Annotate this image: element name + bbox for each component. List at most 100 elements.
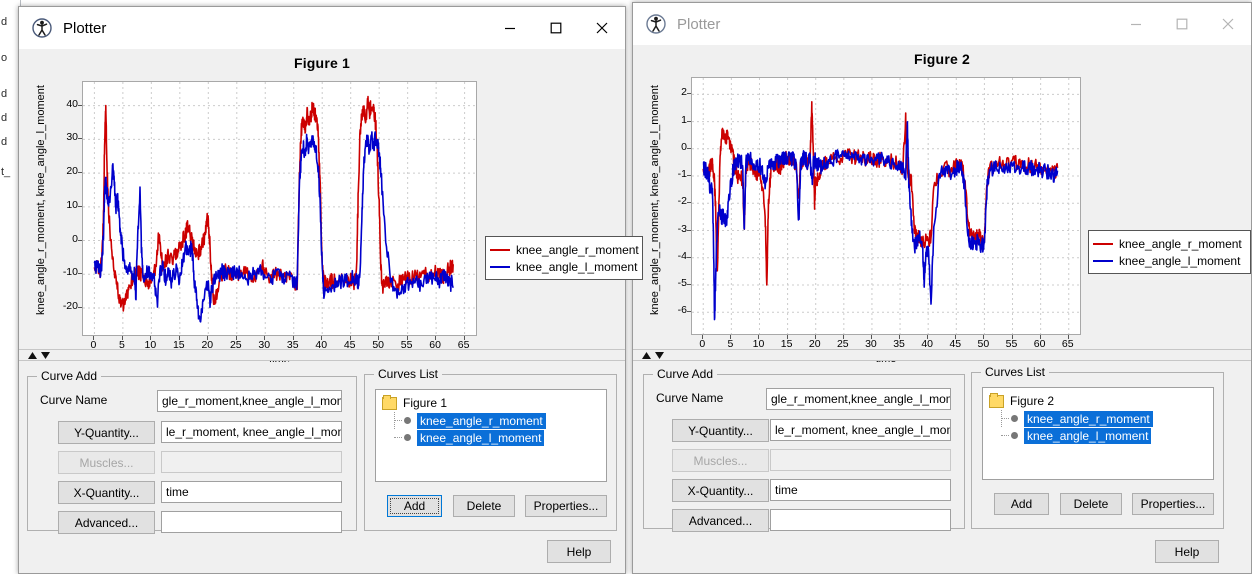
add-button[interactable]: Add bbox=[387, 495, 442, 517]
y-tick-label: -1 bbox=[677, 168, 687, 181]
delete-button[interactable]: Delete bbox=[453, 495, 515, 517]
x-quantity-input[interactable]: time bbox=[770, 479, 951, 501]
advanced-input[interactable] bbox=[770, 509, 951, 531]
x-tick-mark bbox=[349, 336, 351, 340]
advanced-button[interactable]: Advanced... bbox=[58, 511, 155, 534]
delete-button[interactable]: Delete bbox=[1060, 493, 1122, 515]
y-tick-mark bbox=[687, 147, 691, 149]
tree-root-node[interactable]: Figure 2 bbox=[983, 392, 1213, 410]
tree-root-label: Figure 1 bbox=[403, 396, 448, 410]
x-quantity-button[interactable]: X-Quantity... bbox=[672, 479, 769, 502]
properties-button[interactable]: Properties... bbox=[525, 495, 607, 517]
splitter-right[interactable] bbox=[633, 349, 1251, 361]
x-tick-mark bbox=[786, 335, 788, 339]
help-button[interactable]: Help bbox=[547, 540, 611, 563]
y-tick-label: 20 bbox=[66, 165, 78, 178]
x-tick-mark bbox=[292, 336, 294, 340]
y-tick-mark bbox=[687, 229, 691, 231]
curves-tree-left[interactable]: Figure 1 knee_angle_r_moment knee_angle_… bbox=[375, 389, 607, 482]
plotter-window-figure1[interactable]: Plotter Figure 1 knee_angle_r_moment, kn… bbox=[18, 6, 643, 574]
collapse-up-icon[interactable] bbox=[27, 351, 38, 360]
tree-item-1[interactable]: knee_angle_l_moment bbox=[983, 427, 1213, 444]
legend-swatch-l bbox=[1093, 259, 1113, 262]
tree-connector-branch bbox=[394, 420, 402, 422]
tree-root-node[interactable]: Figure 1 bbox=[376, 394, 606, 412]
legend-label-r: knee_angle_r_moment bbox=[516, 242, 639, 257]
x-tick-mark bbox=[983, 335, 985, 339]
close-icon[interactable] bbox=[579, 7, 625, 49]
legend-item-r: knee_angle_r_moment bbox=[1093, 235, 1245, 252]
plotter-window-figure2[interactable]: Plotter Figure 2 knee_angle_r_moment, kn… bbox=[632, 2, 1252, 574]
folder-icon bbox=[989, 392, 1004, 408]
y-quantity-button[interactable]: Y-Quantity... bbox=[672, 419, 769, 442]
window-controls-right[interactable] bbox=[1113, 3, 1251, 45]
advanced-input[interactable] bbox=[161, 511, 342, 533]
x-tick-mark bbox=[321, 336, 323, 340]
close-icon[interactable] bbox=[1205, 3, 1251, 45]
minimize-icon[interactable] bbox=[487, 7, 533, 49]
window-controls-left[interactable] bbox=[487, 7, 625, 49]
curve-bullet-icon bbox=[1011, 415, 1018, 422]
collapse-down-icon[interactable] bbox=[654, 351, 665, 360]
collapse-up-icon[interactable] bbox=[641, 351, 652, 360]
plot-curves-figure2 bbox=[692, 78, 1080, 334]
collapse-down-icon[interactable] bbox=[40, 351, 51, 360]
y-tick-mark bbox=[78, 205, 82, 207]
splitter-arrows-right[interactable] bbox=[641, 351, 665, 360]
y-tick-label: -4 bbox=[677, 249, 687, 262]
x-tick-mark bbox=[435, 336, 437, 340]
legend-swatch-r bbox=[490, 248, 510, 251]
y-tick-label: 10 bbox=[66, 198, 78, 211]
advanced-button[interactable]: Advanced... bbox=[672, 509, 769, 532]
chart-area-figure2: Figure 2 knee_angle_r_moment, knee_angle… bbox=[633, 45, 1251, 365]
x-tick-mark bbox=[814, 335, 816, 339]
y-tick-mark bbox=[687, 256, 691, 258]
legend-swatch-l bbox=[490, 265, 510, 268]
tree-item-1[interactable]: knee_angle_l_moment bbox=[376, 429, 606, 446]
titlebar-right[interactable]: Plotter bbox=[633, 3, 1251, 45]
tree-connector-branch bbox=[1001, 435, 1009, 437]
minimize-icon[interactable] bbox=[1113, 3, 1159, 45]
y-quantity-button[interactable]: Y-Quantity... bbox=[58, 421, 155, 444]
figure-title: Figure 2 bbox=[913, 51, 971, 67]
curve-bullet-icon bbox=[404, 434, 411, 441]
add-button[interactable]: Add bbox=[994, 493, 1049, 515]
maximize-icon[interactable] bbox=[1159, 3, 1205, 45]
curves-tree-right[interactable]: Figure 2 knee_angle_r_moment knee_angle_… bbox=[982, 387, 1214, 480]
x-tick-mark bbox=[758, 335, 760, 339]
curve-add-title: Curve Add bbox=[653, 367, 718, 381]
y-tick-mark bbox=[687, 93, 691, 95]
x-quantity-input[interactable]: time bbox=[161, 481, 342, 503]
y-tick-mark bbox=[687, 311, 691, 313]
titlebar-left[interactable]: Plotter bbox=[19, 7, 625, 49]
tree-item-label-0: knee_angle_r_moment bbox=[1024, 410, 1153, 427]
y-tick-label: -5 bbox=[677, 276, 687, 289]
x-tick-mark bbox=[93, 336, 95, 340]
y-quantity-input[interactable]: le_r_moment, knee_angle_l_moment bbox=[770, 419, 951, 441]
x-quantity-button[interactable]: X-Quantity... bbox=[58, 481, 155, 504]
x-tick-mark bbox=[235, 336, 237, 340]
x-tick-mark bbox=[870, 335, 872, 339]
splitter-left[interactable] bbox=[19, 349, 625, 361]
x-tick-mark bbox=[463, 336, 465, 340]
splitter-arrows-left[interactable] bbox=[27, 351, 51, 360]
tree-item-0[interactable]: knee_angle_r_moment bbox=[376, 412, 606, 429]
tree-item-label-1: knee_angle_l_moment bbox=[417, 429, 545, 446]
curve-name-input[interactable]: gle_r_moment,knee_angle_l_moment bbox=[766, 388, 951, 410]
curve-bullet-icon bbox=[404, 417, 411, 424]
legend-swatch-r bbox=[1093, 242, 1113, 245]
window-title: Plotter bbox=[63, 19, 107, 37]
y-tick-mark bbox=[78, 273, 82, 275]
curve-add-group-left: Curve Add Curve Name gle_r_moment,knee_a… bbox=[27, 369, 357, 534]
folder-icon bbox=[382, 394, 397, 410]
properties-button[interactable]: Properties... bbox=[1132, 493, 1214, 515]
y-quantity-input[interactable]: le_r_moment, knee_angle_l_moment bbox=[161, 421, 342, 443]
help-button[interactable]: Help bbox=[1155, 540, 1219, 563]
maximize-icon[interactable] bbox=[533, 7, 579, 49]
background-text-4: d bbox=[1, 136, 8, 148]
y-tick-label: -2 bbox=[677, 195, 687, 208]
y-tick-label: -6 bbox=[677, 304, 687, 317]
curve-name-input[interactable]: gle_r_moment,knee_angle_l_moment bbox=[157, 390, 342, 412]
tree-item-0[interactable]: knee_angle_r_moment bbox=[983, 410, 1213, 427]
y-tick-label: 40 bbox=[66, 97, 78, 110]
